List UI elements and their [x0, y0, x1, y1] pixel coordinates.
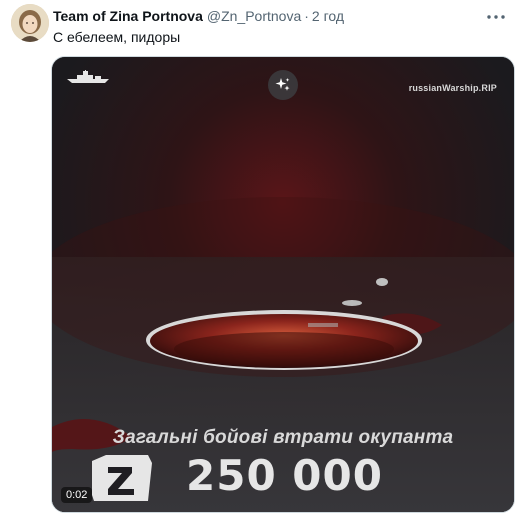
tweet[interactable]: Team of Zina Portnova @Zn_Portnova · 2 г…: [0, 0, 521, 521]
header-separator: ·: [304, 8, 309, 24]
author-name[interactable]: Team of Zina Portnova: [53, 8, 203, 24]
tweet-text: С ебелеем, пидоры: [53, 29, 181, 45]
video-duration: 0:02: [61, 487, 93, 503]
more-button[interactable]: [485, 8, 507, 26]
author-handle[interactable]: @Zn_Portnova: [207, 8, 301, 24]
avatar[interactable]: [11, 4, 49, 42]
video-headline: Загальні бойові втрати окупанта: [112, 427, 454, 448]
ai-button[interactable]: [268, 70, 298, 100]
video-player[interactable]: russianWarship.RIP Загальні бойові втрат…: [51, 56, 515, 513]
losses-count: 250 000: [186, 450, 383, 500]
tweet-header: Team of Zina Portnova @Zn_Portnova · 2 г…: [53, 8, 481, 28]
sparkle-icon: [275, 78, 290, 91]
warship-icon: [67, 70, 109, 83]
watermark-text: russianWarship.RIP: [408, 83, 497, 93]
tweet-time[interactable]: 2 год: [312, 8, 344, 24]
more-icon: [487, 15, 505, 19]
avatar-portrait: [11, 4, 49, 42]
count-row: 250 000: [92, 450, 383, 500]
